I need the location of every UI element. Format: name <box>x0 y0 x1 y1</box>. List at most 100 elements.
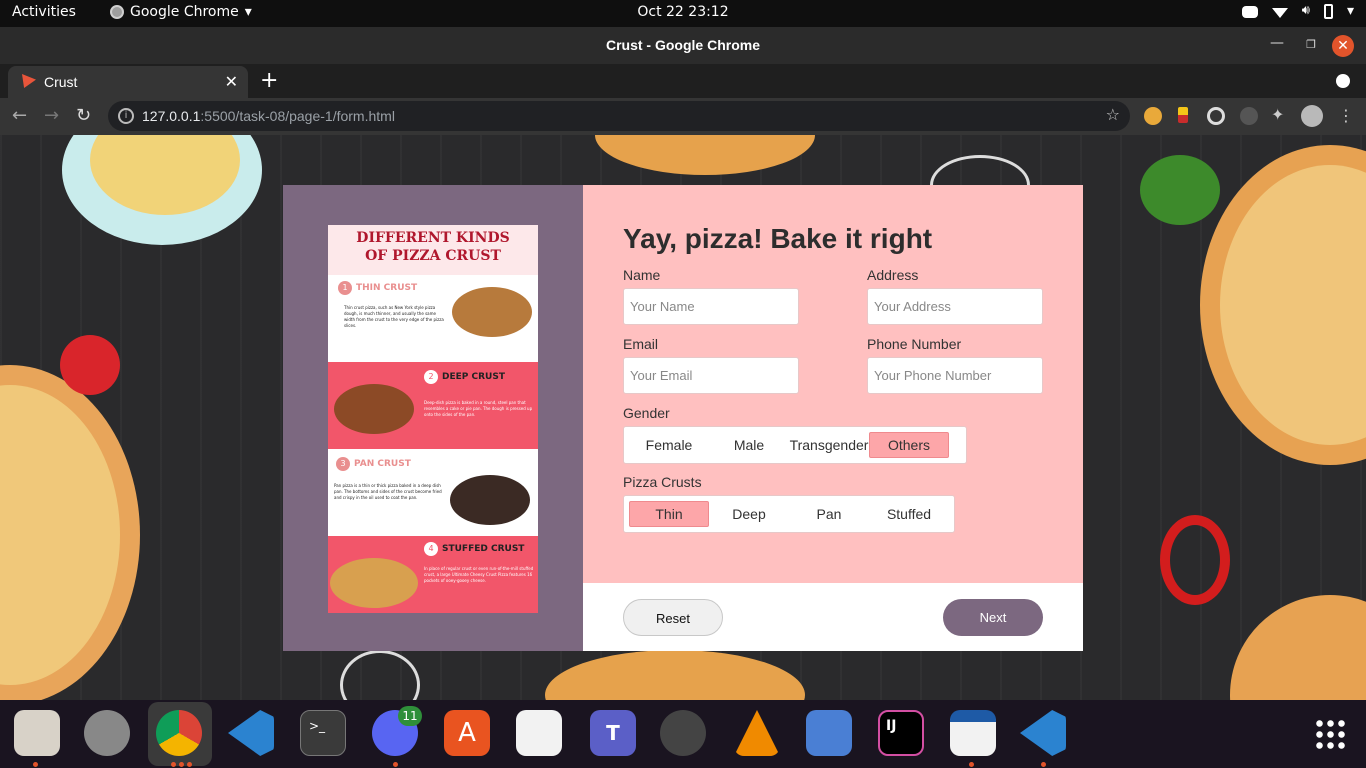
battery-icon[interactable] <box>1323 3 1333 19</box>
running-indicator <box>179 762 184 767</box>
discord-notification-badge: 11 <box>398 706 422 726</box>
settings-icon[interactable] <box>84 710 130 756</box>
running-indicator <box>171 762 176 767</box>
background-pizza-decoration <box>1230 595 1366 700</box>
extension-icon[interactable] <box>1144 107 1162 125</box>
name-input[interactable] <box>623 288 799 325</box>
gnome-top-bar: Activities Google Chrome ▾ Oct 22 23:12 … <box>0 0 1366 27</box>
running-indicator <box>33 762 38 767</box>
infographic-section-pan: 3 PAN CRUST Pan pizza is a thin or thick… <box>328 449 538 536</box>
infographic-section-thin: 1 THIN CRUST Thin crust pizza, such as N… <box>328 275 538 362</box>
system-tray[interactable]: 🔊︎ ▾ <box>1241 3 1354 19</box>
crust-option-stuffed[interactable]: Stuffed <box>869 501 949 527</box>
url-host: 127.0.0.1 <box>142 108 201 124</box>
next-button[interactable]: Next <box>943 599 1043 636</box>
teams-icon[interactable]: T <box>590 710 636 756</box>
forward-icon[interactable]: → <box>44 105 59 126</box>
close-window-icon[interactable]: ✕ <box>1332 35 1354 57</box>
order-form: Yay, pizza! Bake it right Name Address E… <box>583 185 1083 583</box>
tab-strip: Crust ✕ + <box>0 64 1366 98</box>
chrome-icon[interactable] <box>156 710 202 756</box>
vlc-icon[interactable] <box>734 710 780 756</box>
window-titlebar: Crust - Google Chrome — ❐ ✕ <box>0 27 1366 64</box>
extension-icon[interactable] <box>1240 107 1258 125</box>
gender-option-others[interactable]: Others <box>869 432 949 458</box>
bookmark-star-icon[interactable]: ☆ <box>1106 105 1120 124</box>
gender-option-female[interactable]: Female <box>629 432 709 458</box>
background-basil-decoration <box>1140 155 1220 225</box>
minimize-icon[interactable]: — <box>1270 35 1284 51</box>
section-heading: STUFFED CRUST <box>442 543 525 554</box>
vscode-icon[interactable] <box>1020 710 1066 756</box>
activities-button[interactable]: Activities <box>12 4 76 20</box>
section-heading: DEEP CRUST <box>442 371 505 382</box>
infographic-section-deep: 2 DEEP CRUST Deep-dish pizza is baked in… <box>328 362 538 449</box>
pizza-favicon-icon <box>22 74 36 88</box>
reset-button[interactable]: Reset <box>623 599 723 636</box>
infographic-title: DIFFERENT KINDS OF PIZZA CRUST <box>328 225 538 275</box>
running-indicator <box>187 762 192 767</box>
address-bar[interactable]: i 127.0.0.1:5500/task-08/page-1/form.htm… <box>108 101 1130 131</box>
form-footer: Reset Next <box>583 583 1083 651</box>
background-pizza-decoration <box>595 135 815 175</box>
deep-crust-pizza-image <box>334 384 414 434</box>
crust-option-deep[interactable]: Deep <box>709 501 789 527</box>
vscode-icon[interactable] <box>228 710 274 756</box>
back-icon[interactable]: ← <box>12 105 27 126</box>
infographic-title-line: DIFFERENT KINDS <box>356 230 510 246</box>
extension-icon[interactable] <box>1207 107 1225 125</box>
stuffed-crust-pizza-image <box>330 558 418 608</box>
address-input[interactable] <box>867 288 1043 325</box>
tab-crust[interactable]: Crust ✕ <box>8 66 248 98</box>
section-number: 1 <box>338 281 352 295</box>
discord-tray-icon[interactable] <box>1241 6 1258 18</box>
background-tomato-decoration <box>60 335 120 395</box>
volume-icon[interactable]: 🔊︎ <box>1302 3 1310 19</box>
form-title: Yay, pizza! Bake it right <box>623 223 933 254</box>
background-doodle-decoration <box>340 650 420 700</box>
section-text: Thin crust pizza, such as New York style… <box>344 305 444 328</box>
close-tab-icon[interactable]: ✕ <box>225 72 238 92</box>
tasks-icon[interactable] <box>806 710 852 756</box>
intellij-icon[interactable]: IJ <box>878 710 924 756</box>
gender-option-male[interactable]: Male <box>709 432 789 458</box>
chevron-down-icon[interactable]: ▾ <box>1347 3 1354 19</box>
pizza-crusts-label: Pizza Crusts <box>623 474 702 490</box>
kebab-menu-icon[interactable]: ⋮ <box>1338 106 1354 125</box>
tab-search-icon[interactable] <box>1336 74 1350 88</box>
app-menu[interactable]: Google Chrome ▾ <box>110 4 252 20</box>
infographic-section-stuffed: 4 STUFFED CRUST In place of regular crus… <box>328 536 538 613</box>
url-text[interactable]: 127.0.0.1:5500/task-08/page-1/form.html <box>142 108 395 124</box>
section-number: 4 <box>424 542 438 556</box>
software-store-icon[interactable]: A <box>444 710 490 756</box>
gender-option-transgender[interactable]: Transgender <box>789 432 869 458</box>
running-indicator <box>1041 762 1046 767</box>
text-editor-icon[interactable] <box>516 710 562 756</box>
profile-avatar[interactable] <box>1301 105 1323 127</box>
crust-selector: Thin Deep Pan Stuffed <box>623 495 955 533</box>
wifi-icon[interactable] <box>1271 7 1288 18</box>
chrome-icon <box>110 5 124 19</box>
extensions-puzzle-icon[interactable]: ✦ <box>1271 105 1289 124</box>
info-icon[interactable]: i <box>118 108 134 124</box>
new-tab-icon[interactable]: + <box>260 68 278 93</box>
email-label: Email <box>623 336 659 352</box>
tab-label: Crust <box>44 74 78 90</box>
document-viewer-icon[interactable] <box>950 710 996 756</box>
reload-icon[interactable]: ↻ <box>76 105 91 126</box>
crust-option-pan[interactable]: Pan <box>789 501 869 527</box>
infographic-title-line: OF PIZZA CRUST <box>365 248 501 264</box>
thin-crust-pizza-image <box>452 287 532 337</box>
files-icon[interactable] <box>14 710 60 756</box>
section-number: 2 <box>424 370 438 384</box>
terminal-icon[interactable]: >_ <box>300 710 346 756</box>
email-input[interactable] <box>623 357 799 394</box>
crust-option-thin[interactable]: Thin <box>629 501 709 527</box>
running-indicator <box>969 762 974 767</box>
chevron-down-icon: ▾ <box>244 4 252 20</box>
camera-icon[interactable] <box>660 710 706 756</box>
show-applications-icon[interactable] <box>1314 718 1346 750</box>
maximize-icon[interactable]: ❐ <box>1306 38 1316 51</box>
extension-icon[interactable] <box>1178 107 1188 123</box>
phone-input[interactable] <box>867 357 1043 394</box>
